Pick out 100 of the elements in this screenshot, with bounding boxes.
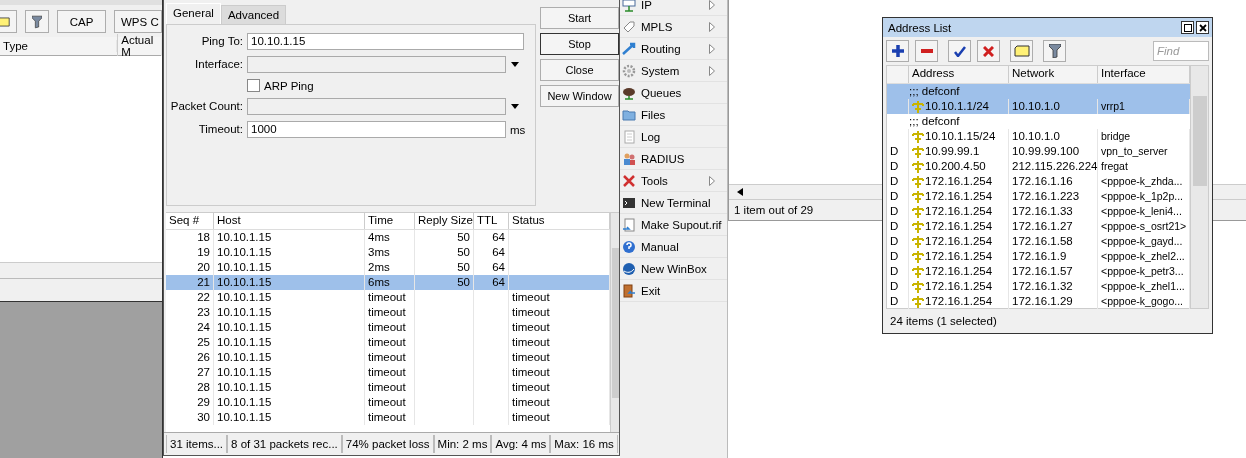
menu-item[interactable]: MPLS xyxy=(620,16,727,38)
address-row[interactable]: 10.10.1.1/24 10.10.1.0 vrrp1 xyxy=(887,99,1190,114)
table-cell: 172.16.1.58 xyxy=(1009,234,1098,249)
scrollbar[interactable] xyxy=(610,213,619,432)
column-header[interactable]: Time xyxy=(365,213,415,229)
table-cell: timeout xyxy=(365,395,415,410)
globe-icon xyxy=(622,261,636,276)
disable-button[interactable] xyxy=(977,40,1000,62)
comment-row[interactable]: ;;; defconf xyxy=(887,84,1190,99)
toolbar-button[interactable]: WPS C xyxy=(114,10,162,33)
action-button[interactable]: New Window xyxy=(540,85,619,107)
search-field[interactable]: Find xyxy=(1153,41,1209,61)
menu-item[interactable]: New Terminal xyxy=(620,192,727,214)
action-button[interactable]: Close xyxy=(540,59,619,81)
note-icon xyxy=(1013,45,1030,57)
table-cell: timeout xyxy=(365,410,415,425)
table-cell: 50 xyxy=(415,275,474,290)
menu-item[interactable]: Exit xyxy=(620,280,727,302)
enable-button[interactable] xyxy=(948,40,971,62)
tab[interactable]: General xyxy=(166,3,221,24)
table-cell: 10.10.1.15 xyxy=(214,410,365,425)
column-header[interactable]: Seq # xyxy=(166,213,214,229)
table-cell: 10.10.1.15 xyxy=(214,230,365,245)
dropdown-arrow-icon[interactable] xyxy=(510,60,520,69)
scrollbar[interactable] xyxy=(1190,66,1208,308)
menu-item[interactable]: New WinBox xyxy=(620,258,727,280)
table-cell: 50 xyxy=(415,230,474,245)
filter-button[interactable] xyxy=(25,10,49,33)
table-cell: 172.16.1.57 xyxy=(1009,264,1098,279)
address-icon xyxy=(912,280,924,293)
checkbox-label: ARP Ping xyxy=(264,79,314,92)
table-cell: timeout xyxy=(365,320,415,335)
address-icon xyxy=(912,205,924,218)
table-cell: timeout xyxy=(365,365,415,380)
column-header[interactable]: Address xyxy=(909,66,1009,83)
flag-cell: D xyxy=(887,219,909,234)
flag-cell: D xyxy=(887,189,909,204)
status-text: 8 of 31 packets rec... xyxy=(227,435,342,453)
text-field[interactable]: 10.10.1.15 xyxy=(247,33,524,50)
menu-item[interactable]: Make Supout.rif xyxy=(620,214,727,236)
table-cell: 64 xyxy=(474,275,509,290)
menu-item[interactable]: RADIUS xyxy=(620,148,727,170)
dropdown-arrow-icon[interactable] xyxy=(510,102,520,111)
minus-icon xyxy=(920,49,933,53)
address-icon xyxy=(912,130,924,143)
comment-row[interactable]: ;;; defconf xyxy=(887,114,1190,129)
column-header[interactable]: Reply Size xyxy=(415,213,474,229)
menu-item[interactable]: IP xyxy=(620,0,727,16)
table-cell: 64 xyxy=(474,245,509,260)
remove-button[interactable] xyxy=(915,40,938,62)
address-icon xyxy=(912,160,924,173)
flag-cell: D xyxy=(887,279,909,294)
field-label: Interface: xyxy=(194,57,244,72)
menu-item[interactable]: Routing xyxy=(620,38,727,60)
ping-row[interactable]: 21 10.10.1.15 6ms 50 64 xyxy=(166,275,610,290)
checkbox[interactable] xyxy=(247,79,260,92)
add-button[interactable] xyxy=(886,40,909,62)
action-button[interactable]: Start xyxy=(540,7,619,29)
table-cell: 172.16.1.254 xyxy=(909,204,1009,219)
document-icon xyxy=(622,129,636,144)
status-text: Max: 16 ms xyxy=(550,435,618,453)
field-label: Timeout: xyxy=(197,122,244,137)
table-cell: 172.16.1.254 xyxy=(909,264,1009,279)
status-text: 74% packet loss xyxy=(341,435,434,453)
table-cell: 10.10.1.15 xyxy=(214,365,365,380)
table-cell: 3ms xyxy=(365,245,415,260)
filter-button[interactable] xyxy=(1043,40,1066,62)
column-header[interactable]: Type xyxy=(0,40,118,52)
menu-item[interactable]: Manual xyxy=(620,236,727,258)
table-cell: 18 xyxy=(166,230,214,245)
flag-cell: D xyxy=(887,159,909,174)
menu-item[interactable]: Tools xyxy=(620,170,727,192)
flag-cell: D xyxy=(887,264,909,279)
door-icon xyxy=(622,283,636,298)
left-arrow-icon[interactable] xyxy=(737,188,743,196)
maximize-button[interactable] xyxy=(1181,21,1194,34)
tab[interactable]: Advanced xyxy=(220,5,287,24)
text-field[interactable]: 1000 xyxy=(247,121,506,138)
menu-item[interactable]: System xyxy=(620,60,727,82)
column-header[interactable]: TTL xyxy=(474,213,509,229)
table-cell: 10.10.1.15 xyxy=(214,395,365,410)
column-header[interactable]: Host xyxy=(214,213,365,229)
menu-item[interactable]: Log xyxy=(620,126,727,148)
menu-item[interactable]: Files xyxy=(620,104,727,126)
address-icon xyxy=(912,175,924,188)
table-cell: 64 xyxy=(474,230,509,245)
close-button[interactable] xyxy=(1196,21,1209,34)
table-cell: timeout xyxy=(365,305,415,320)
menu-item[interactable]: Queues xyxy=(620,82,727,104)
comment-button[interactable] xyxy=(1010,40,1033,62)
dropdown-field[interactable] xyxy=(247,98,506,115)
column-header[interactable]: Network xyxy=(1009,66,1098,83)
queue-icon xyxy=(622,85,636,100)
dropdown-field[interactable] xyxy=(247,56,506,73)
table-cell: 172.16.1.223 xyxy=(1009,189,1098,204)
help-icon xyxy=(622,239,636,254)
toolbar-button[interactable]: CAP xyxy=(57,10,106,33)
action-button[interactable]: Stop xyxy=(540,33,619,55)
table-cell: 10.10.1.15/24 xyxy=(909,129,1009,144)
table-cell: 212.115.226.224 xyxy=(1009,159,1098,174)
